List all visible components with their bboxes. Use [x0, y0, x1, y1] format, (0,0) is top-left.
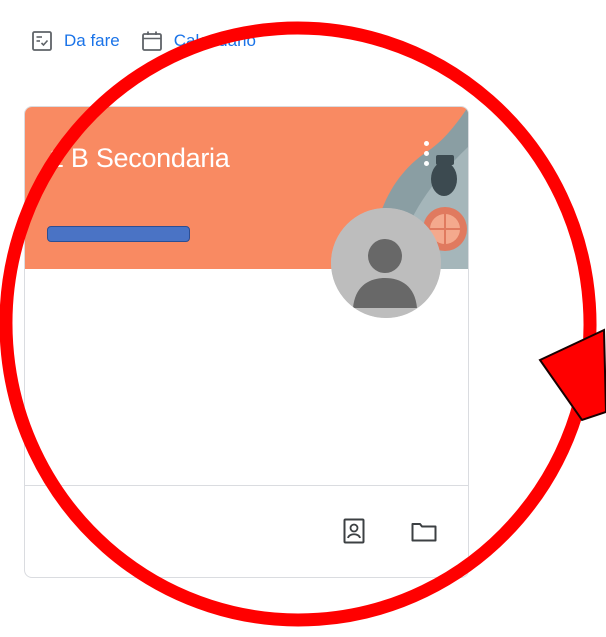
account-circle-icon — [331, 208, 441, 318]
class-card[interactable]: 1 B Secondaria — [24, 106, 469, 578]
redacted-section-name — [47, 226, 190, 242]
class-title[interactable]: 1 B Secondaria — [49, 143, 230, 174]
more-dot — [423, 160, 429, 166]
more-dot — [423, 140, 429, 146]
calendar-icon — [141, 31, 162, 51]
class-card-footer — [25, 485, 468, 577]
classroom-page: Da fare Calendario 1 B Secondaria — [0, 0, 606, 637]
work-badge-icon[interactable] — [343, 518, 365, 544]
annotation-arrow — [538, 328, 606, 422]
nav-calendar[interactable]: Calendario — [140, 29, 256, 53]
nav-todo[interactable]: Da fare — [30, 29, 120, 53]
nav-calendar-label: Calendario — [173, 31, 256, 50]
top-nav: Da fare Calendario — [30, 24, 256, 58]
more-vertical-icon[interactable] — [413, 135, 439, 171]
nav-todo-label: Da fare — [64, 31, 120, 50]
assignment-checklist-icon — [32, 31, 52, 51]
more-dot — [423, 150, 429, 156]
teacher-avatar[interactable] — [331, 208, 441, 318]
folder-icon[interactable] — [411, 522, 437, 542]
